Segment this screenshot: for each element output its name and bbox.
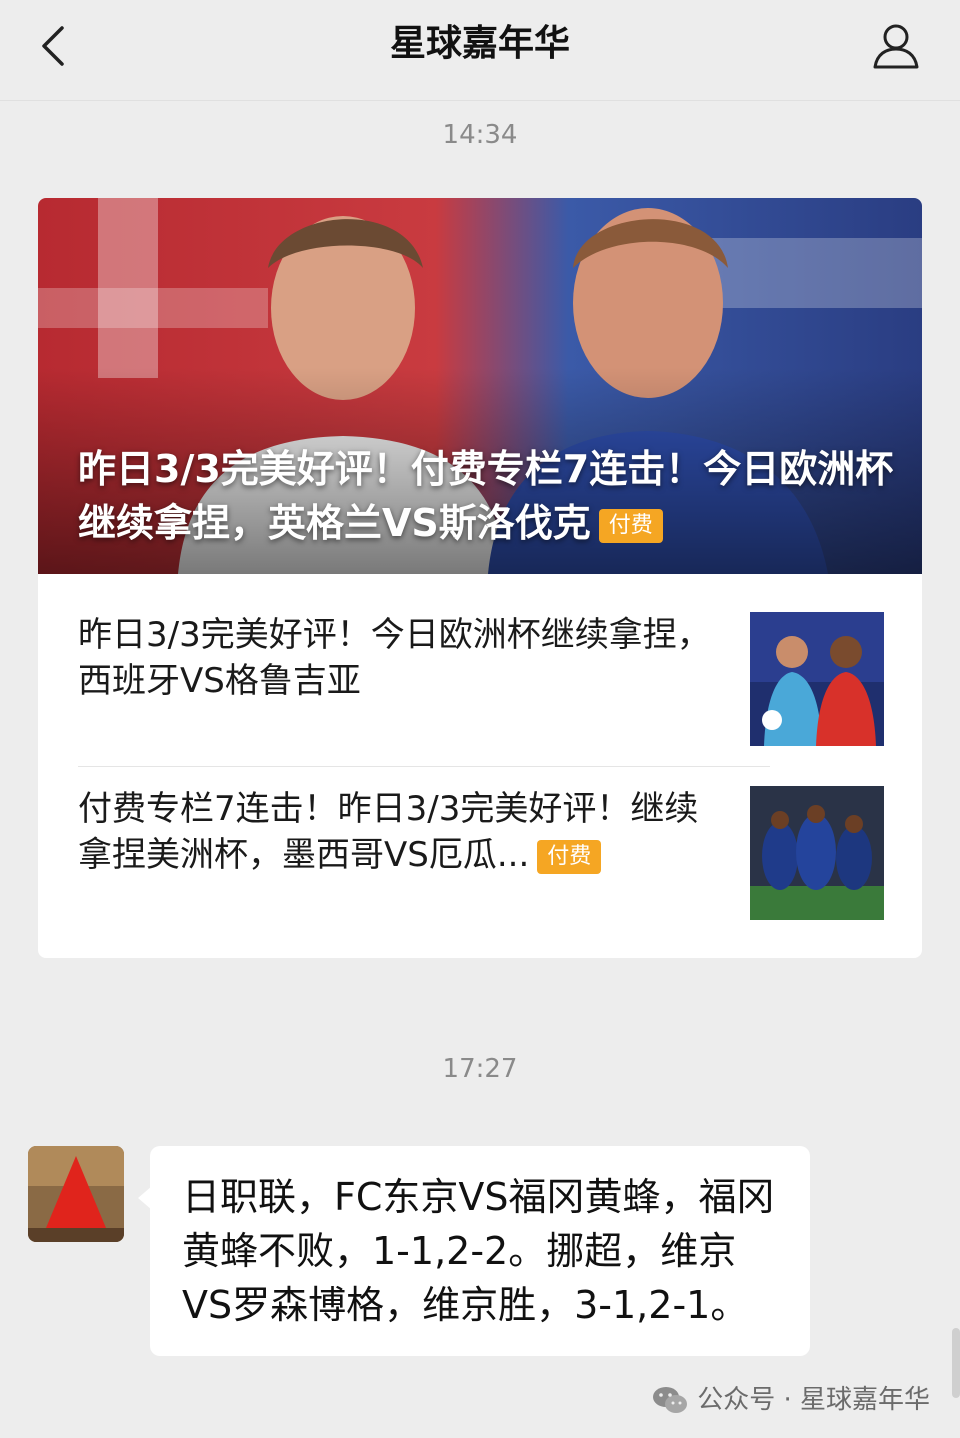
thumbnail-image xyxy=(750,612,884,746)
hero-title-text: 昨日3/3完美好评！付费专栏7连击！今日欧洲杯继续拿捏，英格兰VS斯洛伐克 xyxy=(78,447,894,545)
article-item-title: 昨日3/3完美好评！今日欧洲杯继续拿捏，西班牙VS格鲁吉亚 xyxy=(78,615,711,701)
article-item-title-text: 付费专栏7连击！昨日3/3完美好评！继续拿捏美洲杯，墨西哥VS厄瓜... xyxy=(78,789,699,875)
article-thumbnail xyxy=(750,612,884,746)
sender-avatar[interactable] xyxy=(28,1146,124,1242)
watermark: 公众号 · 星球嘉年华 xyxy=(651,1380,930,1420)
paid-tag: 付费 xyxy=(537,839,602,874)
article-item[interactable]: 昨日3/3完美好评！今日欧洲杯继续拿捏，西班牙VS格鲁吉亚 xyxy=(38,574,922,750)
article-item-title: 付费专栏7连击！昨日3/3完美好评！继续拿捏美洲杯，墨西哥VS厄瓜... 付费 xyxy=(78,786,718,878)
timestamp: 14:34 xyxy=(442,120,518,150)
article-item[interactable]: 付费专栏7连击！昨日3/3完美好评！继续拿捏美洲杯，墨西哥VS厄瓜... 付费 xyxy=(38,748,922,924)
top-nav-bar: 星球嘉年华 xyxy=(0,0,960,101)
thumbnail-image xyxy=(750,786,884,920)
article-card: 昨日3/3完美好评！付费专栏7连击！今日欧洲杯继续拿捏，英格兰VS斯洛伐克 付费 … xyxy=(38,198,922,958)
chat-title: 星球嘉年华 xyxy=(389,23,570,64)
timestamp: 17:27 xyxy=(442,1054,518,1084)
article-thumbnail xyxy=(750,786,884,920)
person-icon xyxy=(873,24,919,69)
avatar-image xyxy=(28,1146,124,1242)
watermark-text: 公众号 · 星球嘉年华 xyxy=(697,1385,930,1415)
text-message-bubble[interactable]: 日职联，FC东京VS福冈黄蜂，福冈黄蜂不败，1-1,2-2。挪超，维京VS罗森博… xyxy=(150,1146,810,1356)
paid-tag: 付费 xyxy=(598,508,663,543)
wechat-icon xyxy=(653,1387,688,1413)
scrollbar[interactable] xyxy=(952,1328,960,1398)
hero-headline: 昨日3/3完美好评！付费专栏7连击！今日欧洲杯继续拿捏，英格兰VS斯洛伐克 付费 xyxy=(78,442,898,550)
hero-article[interactable]: 昨日3/3完美好评！付费专栏7连击！今日欧洲杯继续拿捏，英格兰VS斯洛伐克 付费 xyxy=(38,198,922,574)
profile-button[interactable] xyxy=(870,20,922,72)
